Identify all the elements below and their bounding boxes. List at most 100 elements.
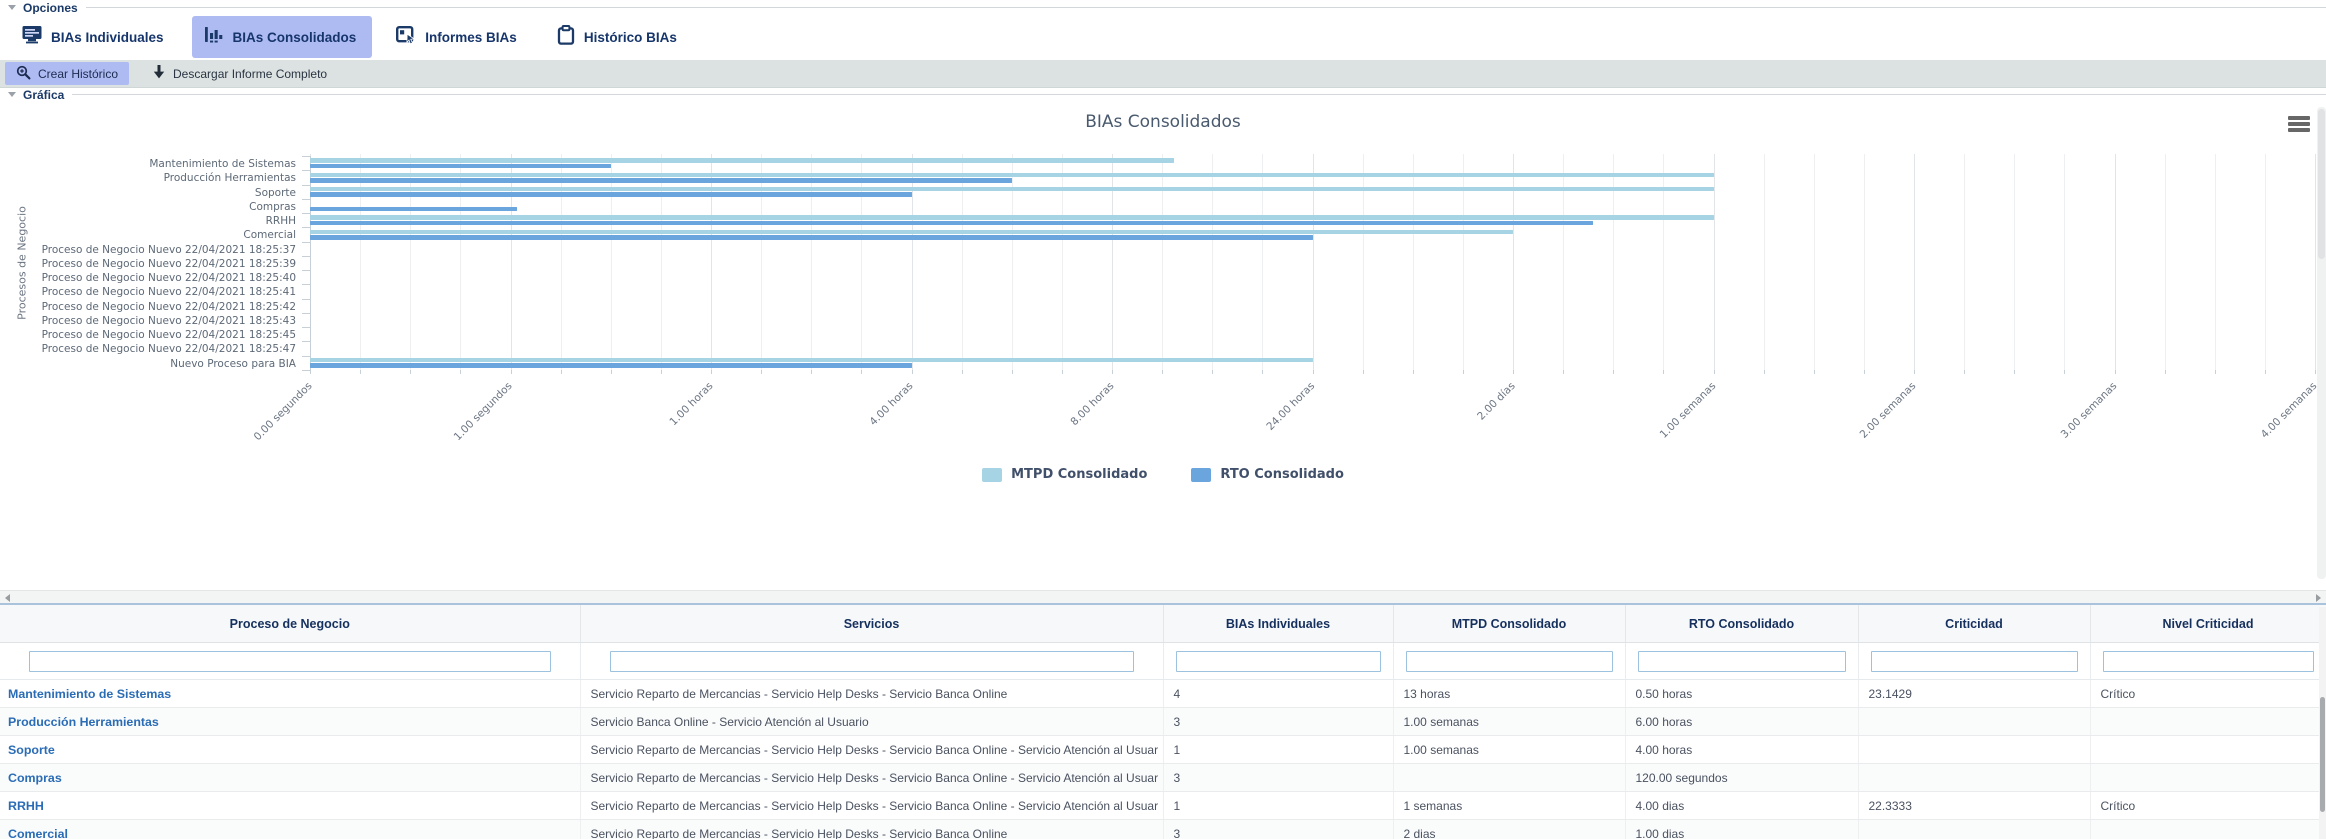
tab-bias-individuales[interactable]: BIAs Individuales	[10, 16, 180, 58]
table-row: ComercialServicio Reparto de Mercancias …	[0, 820, 2326, 839]
x-axis-tick	[1764, 370, 1765, 374]
cell-proceso: Soporte	[0, 736, 580, 764]
y-category-label: Proceso de Negocio Nuevo 22/04/2021 18:2…	[0, 328, 296, 342]
y-axis-tick	[302, 370, 310, 371]
descargar-informe-label: Descargar Informe Completo	[173, 67, 327, 81]
x-tick-label: 2.00 semanas	[1858, 380, 1919, 441]
cell-bias: 1	[1163, 736, 1393, 764]
x-tick-label: 4.00 horas	[868, 380, 916, 428]
crear-historico-button[interactable]: Crear Histórico	[5, 62, 129, 85]
scroll-left-arrow-icon[interactable]	[5, 594, 10, 602]
tab-historico-bias[interactable]: Histórico BIAs	[545, 16, 693, 58]
gridline	[1814, 154, 1815, 370]
filter-input-criticidad[interactable]	[1871, 651, 2078, 672]
x-axis-tick	[2265, 370, 2266, 374]
process-link[interactable]: Compras	[8, 771, 62, 785]
y-category-label: Comercial	[0, 228, 296, 242]
column-header-bias[interactable]: BIAs Individuales	[1163, 605, 1393, 643]
legend-item-rto[interactable]: RTO Consolidado	[1191, 467, 1344, 482]
chart-bar-mtpd	[310, 230, 1513, 235]
scroll-right-arrow-icon[interactable]	[2316, 594, 2321, 602]
x-axis-tick	[1613, 370, 1614, 374]
cell-servicios: Servicio Reparto de Mercancias - Servici…	[580, 736, 1163, 764]
descargar-informe-button[interactable]: Descargar Informe Completo	[141, 62, 338, 85]
chart-bar-rto	[310, 363, 912, 368]
chart-bar-rto	[310, 164, 611, 169]
scrollbar-thumb[interactable]	[2318, 109, 2325, 259]
x-axis-tick	[1413, 370, 1414, 374]
scrollbar-thumb[interactable]	[2320, 697, 2325, 812]
y-axis-title: Procesos de Negocio	[16, 206, 29, 320]
y-axis-tick	[302, 313, 310, 314]
tab-label: BIAs Consolidados	[233, 30, 357, 45]
cell-rto: 4.00 dias	[1625, 792, 1858, 820]
filter-input-servicios[interactable]	[610, 651, 1134, 672]
y-axis-tick	[302, 341, 310, 342]
divider	[72, 94, 2326, 95]
process-link[interactable]: Soporte	[8, 743, 55, 757]
filter-input-nivel[interactable]	[2103, 651, 2314, 672]
column-header-nivel[interactable]: Nivel Criticidad	[2090, 605, 2326, 643]
y-axis-tick	[302, 170, 310, 171]
y-category-label: Proceso de Negocio Nuevo 22/04/2021 18:2…	[0, 257, 296, 271]
x-axis-tick	[1513, 370, 1514, 374]
x-axis-tick	[460, 370, 461, 374]
legend-item-mtpd[interactable]: MTPD Consolidado	[982, 467, 1147, 482]
x-axis-tick	[1363, 370, 1364, 374]
table-vertical-scrollbar[interactable]	[2319, 607, 2326, 839]
x-axis-tick	[711, 370, 712, 374]
process-link[interactable]: Mantenimiento de Sistemas	[8, 687, 171, 701]
column-header-criticidad[interactable]: Criticidad	[1858, 605, 2090, 643]
y-axis-tick	[302, 299, 310, 300]
gridline	[2315, 154, 2316, 370]
bias-consolidados-table: Proceso de NegocioServiciosBIAs Individu…	[0, 605, 2326, 839]
grafica-label: Gráfica	[23, 88, 64, 102]
collapse-opciones-icon[interactable]	[8, 5, 16, 10]
filter-input-rto[interactable]	[1638, 651, 1846, 672]
y-category-label: Mantenimiento de Sistemas	[0, 157, 296, 171]
cell-nivel	[2090, 736, 2326, 764]
x-tick-label: 0.00 segundos	[251, 380, 314, 443]
cell-mtpd: 13 horas	[1393, 680, 1625, 708]
filter-input-bias[interactable]	[1176, 651, 1381, 672]
process-link[interactable]: Comercial	[8, 827, 68, 839]
column-header-proceso[interactable]: Proceso de Negocio	[0, 605, 580, 643]
y-axis-tick	[302, 227, 310, 228]
chart-area: BIAs Consolidados Mantenimiento de Siste…	[0, 101, 2326, 590]
legend-swatch-icon	[982, 468, 1002, 482]
opciones-section-header: Opciones	[0, 0, 2326, 15]
y-category-label: Proceso de Negocio Nuevo 22/04/2021 18:2…	[0, 300, 296, 314]
cell-mtpd: 1.00 semanas	[1393, 708, 1625, 736]
gridline	[2014, 154, 2015, 370]
cell-rto: 1.00 dias	[1625, 820, 1858, 839]
cell-proceso: Mantenimiento de Sistemas	[0, 680, 580, 708]
column-header-mtpd[interactable]: MTPD Consolidado	[1393, 605, 1625, 643]
chart-bar-mtpd	[310, 187, 1714, 192]
cell-servicios: Servicio Reparto de Mercancias - Servici…	[580, 680, 1163, 708]
y-axis-tick	[302, 256, 310, 257]
filter-input-proceso[interactable]	[29, 651, 551, 672]
y-category-label: Proceso de Negocio Nuevo 22/04/2021 18:2…	[0, 342, 296, 356]
x-axis-tick	[1062, 370, 1063, 374]
cell-criticidad	[1858, 708, 2090, 736]
x-axis-tick	[561, 370, 562, 374]
tab-informes-bias[interactable]: Informes BIAs	[384, 16, 533, 58]
magnifier-icon	[16, 65, 31, 83]
x-axis-tick	[360, 370, 361, 374]
y-category-label: Proceso de Negocio Nuevo 22/04/2021 18:2…	[0, 271, 296, 285]
y-category-label: Soporte	[0, 186, 296, 200]
tab-bias-consolidados[interactable]: BIAs Consolidados	[192, 16, 373, 58]
collapse-grafica-icon[interactable]	[8, 92, 16, 97]
toolbar: Crear Histórico Descargar Informe Comple…	[0, 60, 2326, 88]
calendar-cursor-icon	[396, 25, 416, 50]
chart-bar-mtpd	[310, 173, 1714, 178]
column-header-servicios[interactable]: Servicios	[580, 605, 1163, 643]
cell-mtpd	[1393, 764, 1625, 792]
process-link[interactable]: RRHH	[8, 799, 44, 813]
column-header-rto[interactable]: RTO Consolidado	[1625, 605, 1858, 643]
process-link[interactable]: Producción Herramientas	[8, 715, 159, 729]
chart-bar-rto	[310, 221, 1593, 226]
cell-criticidad	[1858, 820, 2090, 839]
filter-input-mtpd[interactable]	[1406, 651, 1613, 672]
chart-vertical-scrollbar[interactable]	[2317, 107, 2326, 579]
